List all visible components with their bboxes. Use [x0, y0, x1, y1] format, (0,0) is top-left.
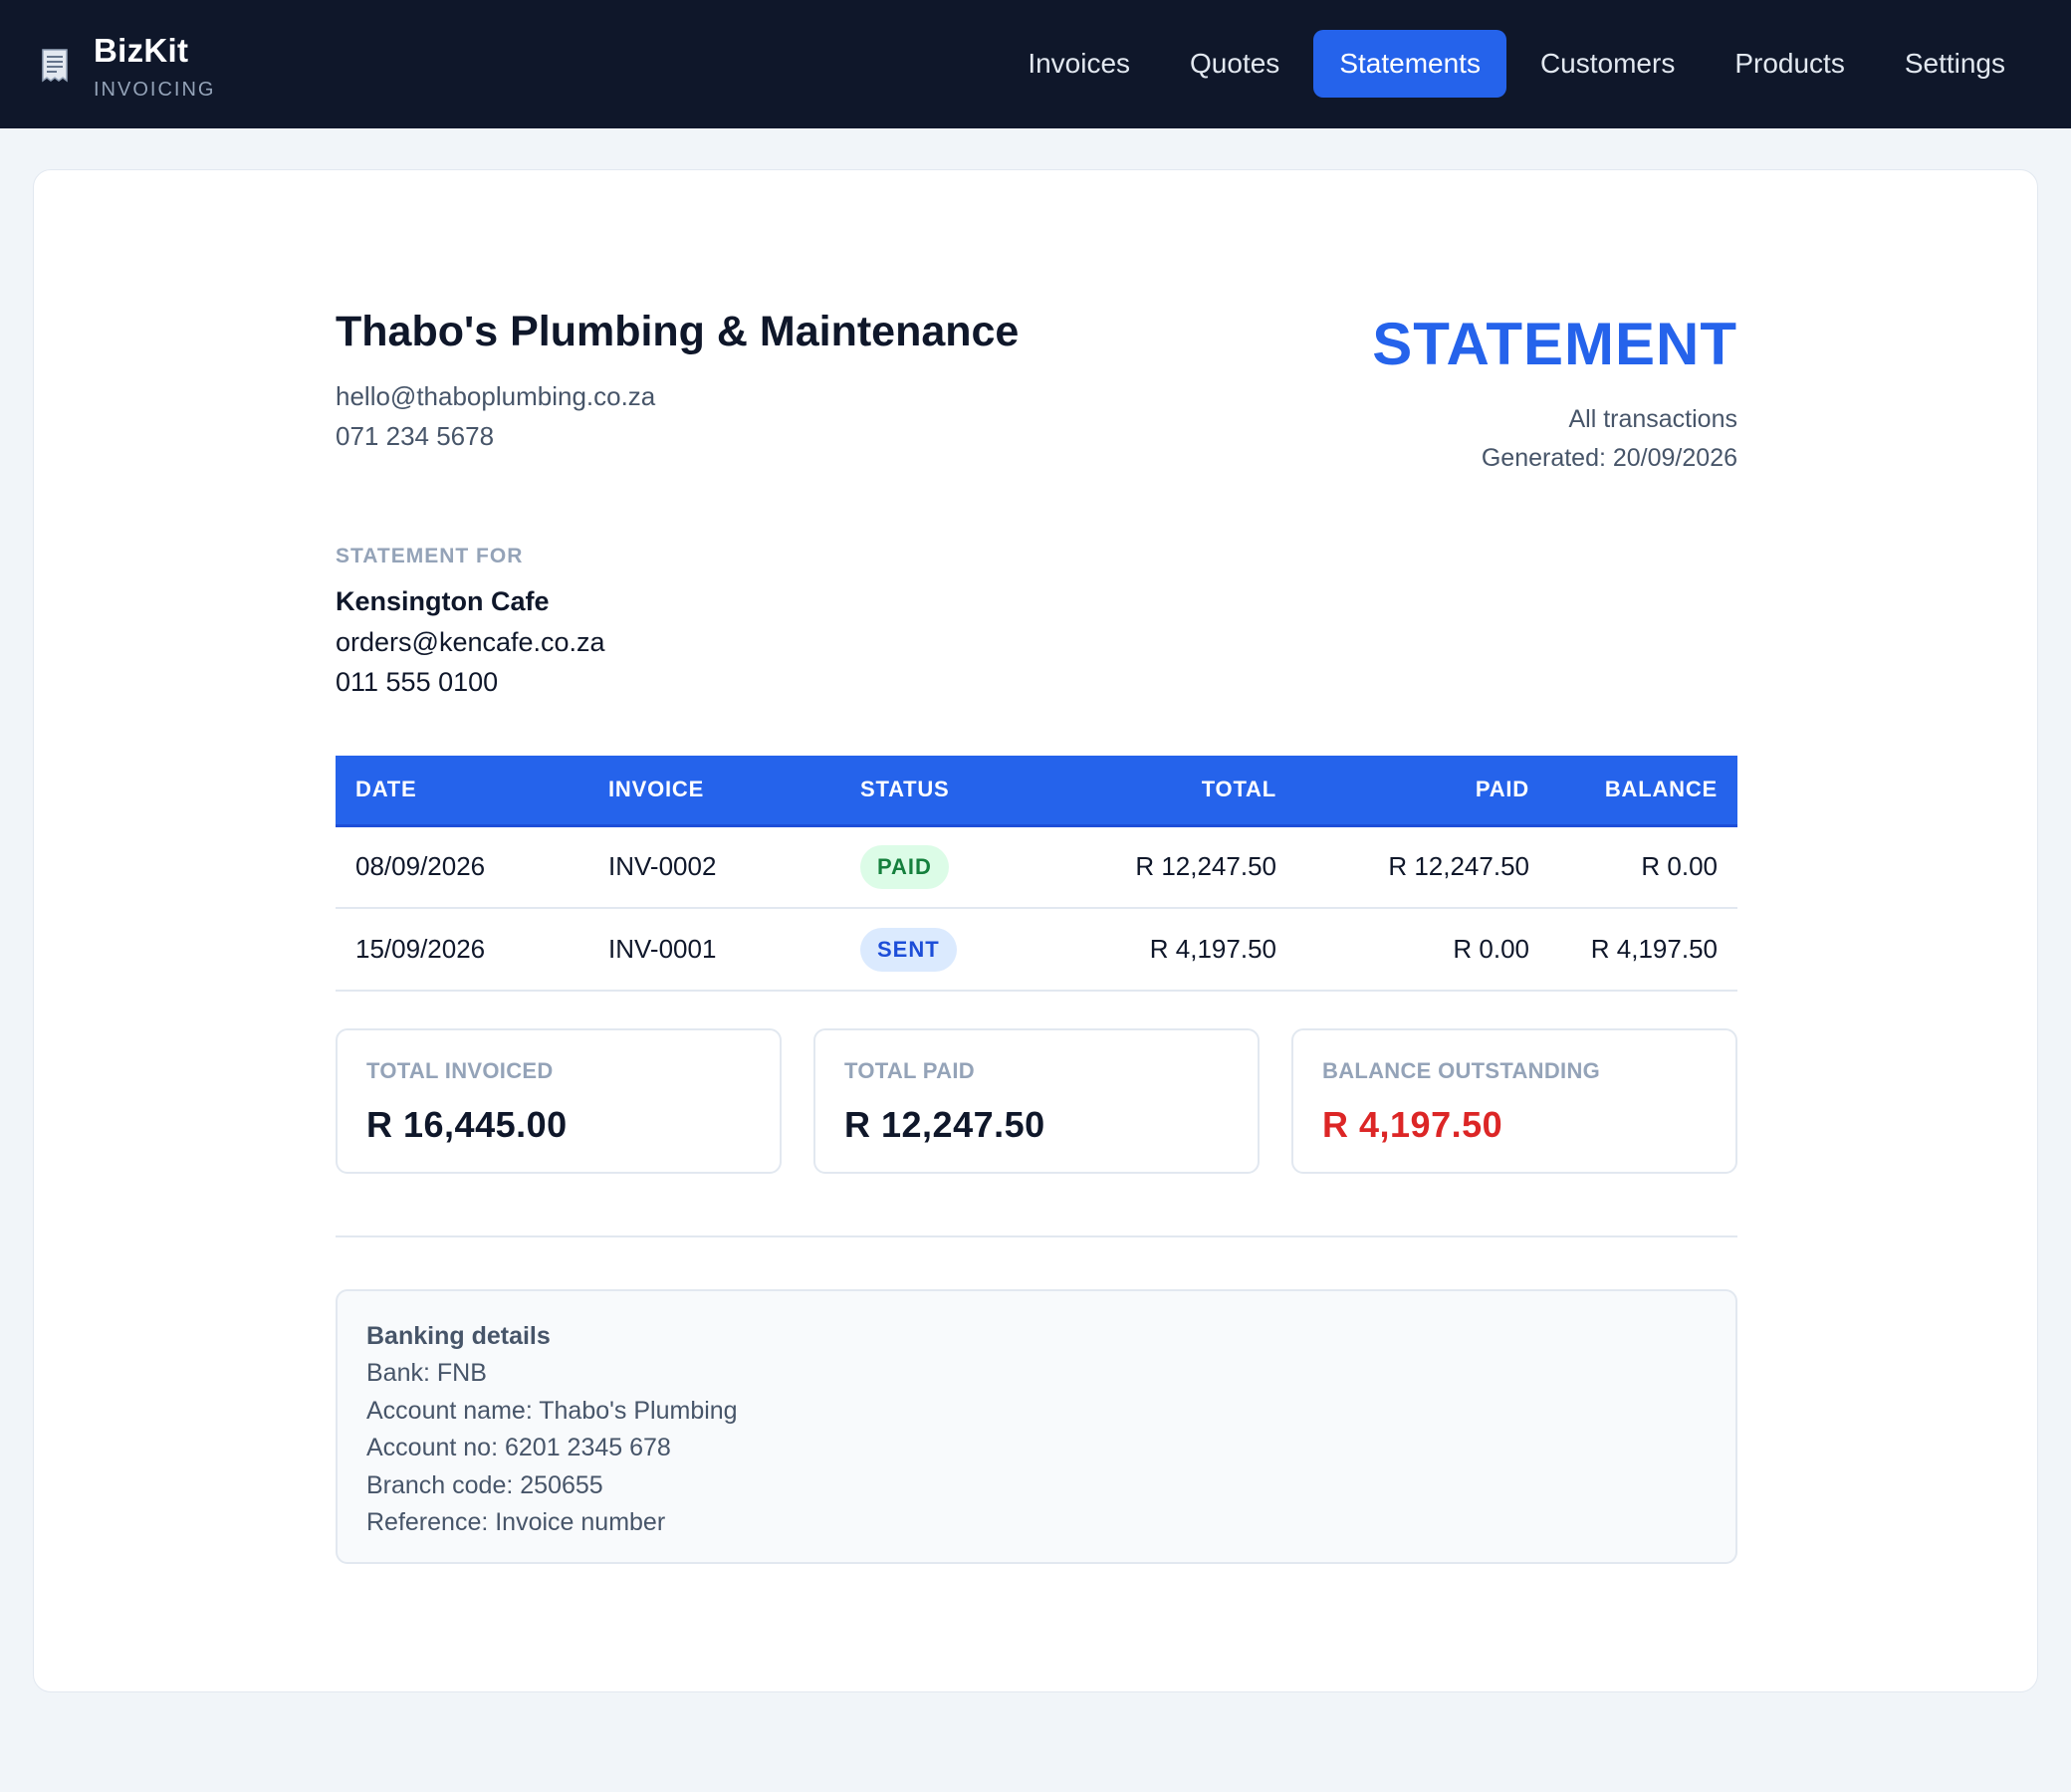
brand[interactable]: BizKit INVOICING	[40, 30, 215, 102]
account-name-line: Account name: Thabo's Plumbing	[366, 1396, 738, 1425]
cell-balance: R 0.00	[1549, 825, 1737, 909]
brand-subtitle: INVOICING	[94, 79, 216, 101]
nav-products[interactable]: Products	[1709, 30, 1871, 98]
total-paid-value: R 12,247.50	[844, 1104, 1045, 1145]
cell-total: R 12,247.50	[1075, 825, 1296, 909]
col-invoice: INVOICE	[588, 756, 840, 827]
nav-invoices[interactable]: Invoices	[1002, 30, 1156, 98]
banking-title: Banking details	[366, 1322, 551, 1350]
cell-total: R 4,197.50	[1075, 908, 1296, 992]
customer-email: orders@kencafe.co.za	[336, 627, 605, 657]
col-paid: PAID	[1296, 756, 1549, 827]
company-name: Thabo's Plumbing & Maintenance	[336, 308, 1020, 355]
balance-outstanding-label: BALANCE OUTSTANDING	[1322, 1058, 1601, 1083]
table-row: 08/09/2026 INV-0002 PAID R 12,247.50 R 1…	[336, 825, 1737, 909]
statement-range: All transactions	[1568, 405, 1737, 433]
cell-paid: R 12,247.50	[1296, 825, 1549, 909]
balance-outstanding-box: BALANCE OUTSTANDING R 4,197.50	[1291, 1028, 1737, 1174]
nav-customers[interactable]: Customers	[1514, 30, 1701, 98]
account-number-line: Account no: 6201 2345 678	[366, 1434, 671, 1461]
col-total: TOTAL	[1075, 756, 1296, 827]
document-title: STATEMENT	[1372, 311, 1737, 377]
transactions-table: DATE INVOICE STATUS TOTAL PAID BALANCE 0…	[336, 756, 1737, 992]
cell-invoice: INV-0001	[588, 908, 840, 992]
summary-boxes: TOTAL INVOICED R 16,445.00 TOTAL PAID R …	[336, 1028, 1737, 1174]
banking-details: Banking details Bank: FNB Account name: …	[336, 1289, 1737, 1564]
col-status: STATUS	[840, 756, 1075, 827]
nav-quotes[interactable]: Quotes	[1164, 30, 1305, 98]
cell-status: SENT	[840, 908, 1075, 992]
top-navigation-bar: BizKit INVOICING Invoices Quotes Stateme…	[0, 0, 2071, 128]
generated-date: Generated: 20/09/2026	[1481, 444, 1737, 472]
bank-name-line: Bank: FNB	[366, 1359, 487, 1387]
table-row: 15/09/2026 INV-0001 SENT R 4,197.50 R 0.…	[336, 908, 1737, 992]
nav-statements[interactable]: Statements	[1313, 30, 1506, 98]
customer-name: Kensington Cafe	[336, 586, 550, 616]
nav-settings[interactable]: Settings	[1879, 30, 2031, 98]
company-email: hello@thaboplumbing.co.za	[336, 381, 656, 411]
total-paid-label: TOTAL PAID	[844, 1058, 975, 1083]
total-invoiced-label: TOTAL INVOICED	[366, 1058, 554, 1083]
company-phone: 071 234 5678	[336, 421, 495, 451]
total-invoiced-box: TOTAL INVOICED R 16,445.00	[336, 1028, 782, 1174]
statement-for-label: STATEMENT FOR	[336, 545, 524, 567]
statement-card: Thabo's Plumbing & Maintenance hello@tha…	[33, 169, 2038, 1692]
customer-phone: 011 555 0100	[336, 667, 499, 697]
reference-line: Reference: Invoice number	[366, 1508, 666, 1536]
cell-balance: R 4,197.50	[1549, 908, 1737, 992]
divider	[336, 1235, 1737, 1237]
branch-code-line: Branch code: 250655	[366, 1470, 603, 1499]
col-date: DATE	[336, 756, 588, 827]
col-balance: BALANCE	[1549, 756, 1737, 827]
cell-invoice: INV-0002	[588, 825, 840, 909]
total-paid-box: TOTAL PAID R 12,247.50	[813, 1028, 1260, 1174]
cell-date: 08/09/2026	[336, 825, 588, 909]
status-badge: SENT	[860, 927, 957, 972]
status-badge: PAID	[860, 844, 949, 889]
main-nav: Invoices Quotes Statements Customers Pro…	[994, 30, 2031, 98]
table-header-row: DATE INVOICE STATUS TOTAL PAID BALANCE	[336, 756, 1737, 827]
cell-date: 15/09/2026	[336, 908, 588, 992]
cell-status: PAID	[840, 825, 1075, 909]
receipt-icon	[40, 48, 70, 86]
cell-paid: R 0.00	[1296, 908, 1549, 992]
balance-outstanding-value: R 4,197.50	[1322, 1104, 1503, 1145]
brand-name: BizKit	[94, 32, 189, 69]
total-invoiced-value: R 16,445.00	[366, 1104, 568, 1145]
